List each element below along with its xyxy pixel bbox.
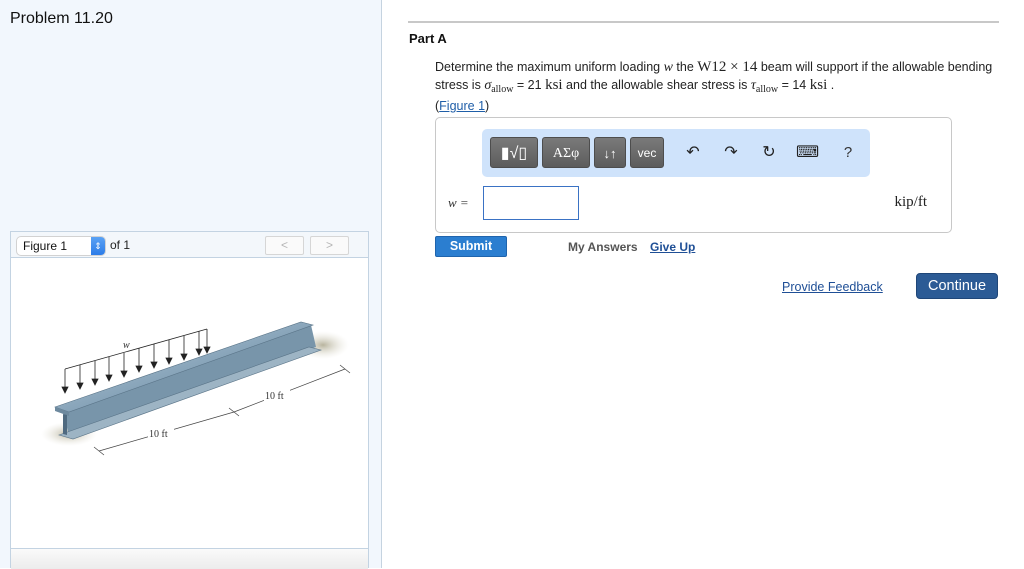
figure-link[interactable]: Figure 1 bbox=[439, 99, 485, 113]
figure-select-value: Figure 1 bbox=[23, 239, 68, 253]
arrows-icon: ↓↑ bbox=[603, 146, 617, 161]
redo-icon[interactable]: ↷ bbox=[720, 142, 742, 164]
give-up-link[interactable]: Give Up bbox=[650, 240, 695, 254]
question-fragment: the bbox=[672, 60, 698, 74]
figure-footer bbox=[11, 548, 368, 569]
vector-button[interactable]: vec bbox=[630, 137, 664, 168]
select-arrows-icon: ⇕ bbox=[91, 237, 105, 255]
figure-toolbar: Figure 1 ⇕ of 1 < > bbox=[11, 232, 368, 258]
submit-button[interactable]: Submit bbox=[435, 236, 507, 257]
undo-icon[interactable]: ↶ bbox=[682, 142, 704, 164]
math-toolbar: ▮√▯ ΑΣφ ↓↑ vec ↶ ↷ ↻ ⌨ ? bbox=[482, 129, 870, 177]
arrows-button[interactable]: ↓↑ bbox=[594, 137, 626, 168]
figure-select[interactable]: Figure 1 ⇕ bbox=[17, 237, 105, 255]
keyboard-icon[interactable]: ⌨ bbox=[796, 142, 819, 164]
answer-input[interactable] bbox=[483, 186, 579, 220]
beam-end-face bbox=[63, 414, 67, 435]
templates-icon: ▮√▯ bbox=[500, 145, 528, 162]
continue-button[interactable]: Continue bbox=[916, 273, 998, 299]
question-text: Determine the maximum uniform loading w … bbox=[435, 59, 995, 115]
answer-unit: kip/ft bbox=[894, 194, 928, 210]
unit-ksi: ksi bbox=[809, 76, 828, 93]
sigma-value: = 21 bbox=[513, 77, 546, 92]
beam-figure: w 10 ft 10 ft bbox=[41, 321, 351, 456]
answer-box: ▮√▯ ΑΣφ ↓↑ vec ↶ ↷ ↻ ⌨ ? w = kip/ft bbox=[435, 117, 952, 233]
vec-label: vec bbox=[637, 146, 657, 160]
load-label: w bbox=[123, 340, 130, 351]
question-fragment: and the allowable shear stress is bbox=[562, 77, 751, 92]
part-title: Part A bbox=[409, 31, 447, 46]
next-figure-button[interactable]: > bbox=[310, 236, 349, 255]
templates-button[interactable]: ▮√▯ bbox=[490, 137, 538, 168]
tau-value: = 14 bbox=[778, 77, 810, 92]
chevron-right-icon: > bbox=[325, 238, 333, 252]
dimension-label-left: 10 ft bbox=[149, 429, 168, 440]
right-pane: Part A Determine the maximum uniform loa… bbox=[383, 0, 1024, 568]
help-icon[interactable]: ? bbox=[837, 142, 859, 164]
figure-count: of 1 bbox=[110, 238, 131, 252]
provide-feedback-link[interactable]: Provide Feedback bbox=[782, 280, 883, 294]
previous-figure-button[interactable]: < bbox=[265, 236, 304, 255]
problem-title: Problem 11.20 bbox=[10, 10, 113, 27]
divider bbox=[408, 21, 999, 23]
chevron-left-icon: < bbox=[280, 238, 288, 252]
my-answers-label: My Answers bbox=[568, 240, 638, 254]
dimension-label-right: 10 ft bbox=[265, 391, 284, 402]
paren: ) bbox=[485, 99, 490, 113]
answer-variable-label: w = bbox=[448, 195, 469, 210]
var-w: w bbox=[663, 60, 673, 75]
question-fragment: . bbox=[827, 77, 835, 92]
tau-subscript: allow bbox=[755, 83, 779, 95]
figure-panel: Figure 1 ⇕ of 1 < > w 10 ft 10 ft bbox=[10, 231, 369, 569]
sigma-subscript: allow bbox=[491, 83, 514, 95]
question-fragment: Determine the maximum uniform loading bbox=[435, 60, 664, 74]
greek-icon: ΑΣφ bbox=[552, 146, 580, 161]
greek-symbols-button[interactable]: ΑΣφ bbox=[542, 137, 590, 168]
reset-icon[interactable]: ↻ bbox=[758, 142, 780, 164]
left-pane: Problem 11.20 Figure 1 ⇕ of 1 < > w 10 f… bbox=[0, 0, 382, 569]
beam-designation: W12 × 14 bbox=[697, 59, 758, 75]
unit-ksi: ksi bbox=[545, 76, 563, 93]
